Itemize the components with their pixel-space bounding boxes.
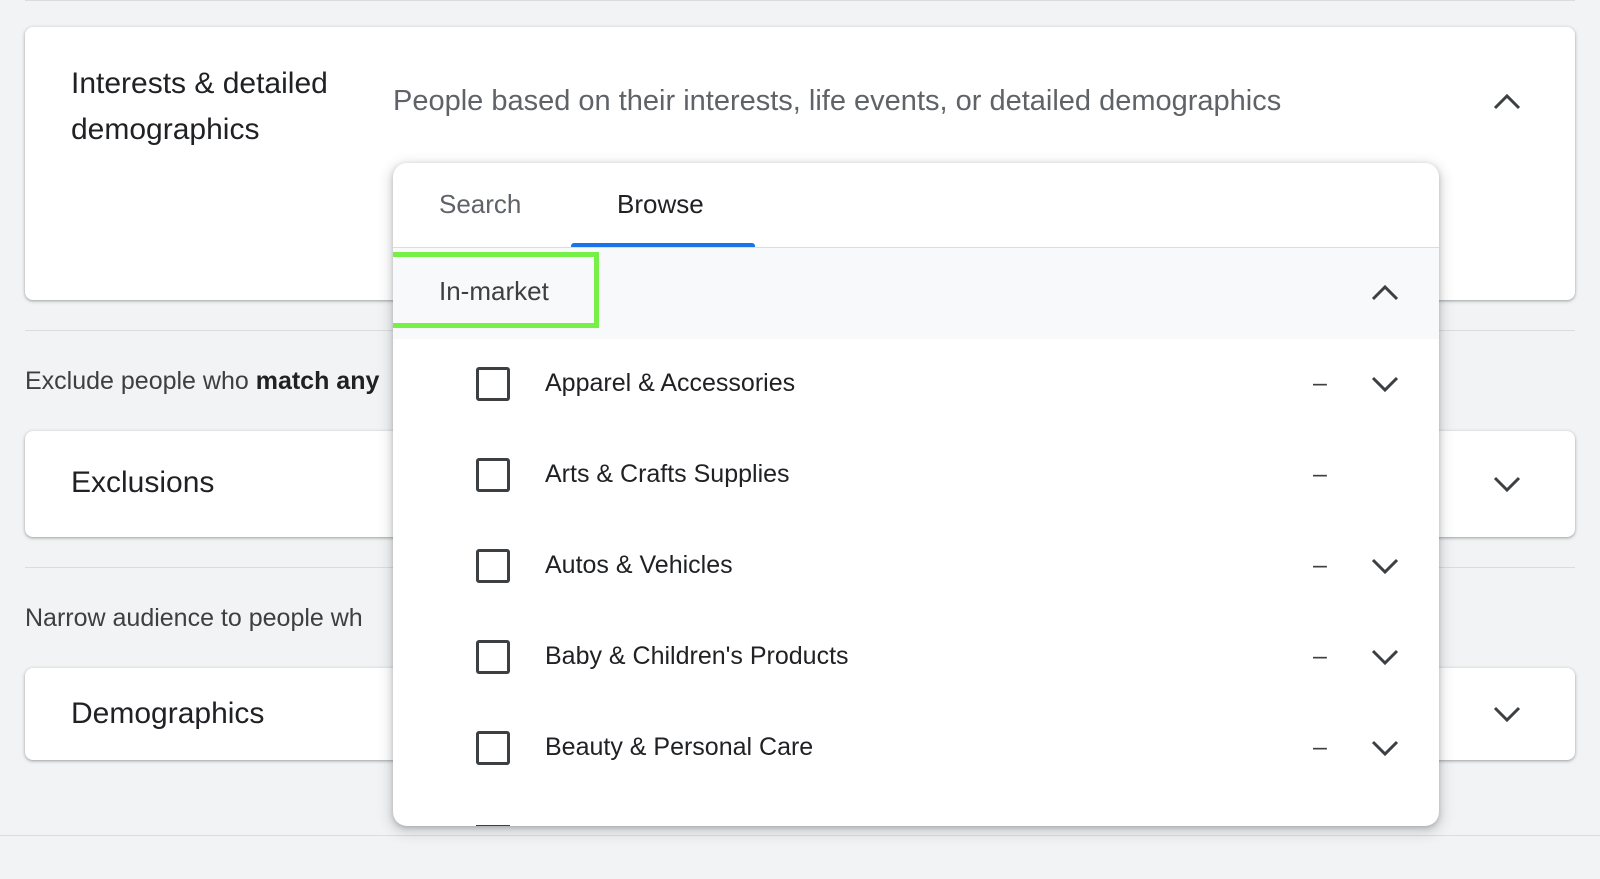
chevron-down-icon[interactable]	[1367, 730, 1403, 766]
chevron-down-icon[interactable]	[1489, 466, 1525, 502]
interests-description: People based on their interests, life ev…	[393, 85, 1282, 117]
section-label: In-market	[439, 276, 549, 306]
list-item[interactable]: Apparel & Accessories –	[393, 339, 1439, 430]
checkbox-baby-children[interactable]	[476, 640, 510, 674]
selected-tab-indicator	[571, 243, 755, 247]
item-label: Arts & Crafts Supplies	[545, 460, 790, 488]
chevron-down-icon[interactable]	[1367, 366, 1403, 402]
checkbox-apparel[interactable]	[476, 367, 510, 401]
narrow-description: Narrow audience to people wh	[25, 604, 363, 632]
checkbox-partial	[476, 825, 510, 826]
dash-indicator: –	[1313, 369, 1327, 397]
exclusions-title: Exclusions	[71, 466, 215, 499]
checkbox-beauty[interactable]	[476, 731, 510, 765]
item-label: Autos & Vehicles	[545, 551, 733, 579]
dash-indicator: –	[1313, 460, 1327, 488]
chevron-down-icon[interactable]	[1489, 696, 1525, 732]
dash-indicator: –	[1313, 551, 1327, 579]
bottom-divider	[0, 835, 1600, 836]
chevron-down-icon[interactable]	[1367, 548, 1403, 584]
tab-bar: Search Browse	[393, 163, 1439, 248]
browse-popover: Search Browse In-market Apparel & Access…	[393, 163, 1439, 826]
tab-browse[interactable]: Browse	[617, 189, 704, 220]
list-item[interactable]: Arts & Crafts Supplies –	[393, 430, 1439, 521]
item-label: Apparel & Accessories	[545, 369, 796, 397]
item-label: Beauty & Personal Care	[545, 733, 814, 761]
chevron-up-icon[interactable]	[1367, 275, 1403, 311]
section-in-market[interactable]: In-market	[393, 248, 1439, 339]
chevron-down-icon[interactable]	[1367, 639, 1403, 675]
checkbox-arts-crafts[interactable]	[476, 458, 510, 492]
top-divider	[25, 0, 1575, 1]
chevron-up-icon[interactable]	[1489, 84, 1525, 120]
list-item[interactable]: Baby & Children's Products –	[393, 612, 1439, 703]
interests-title: Interests & detailed demographics	[71, 67, 328, 146]
demographics-title: Demographics	[71, 697, 265, 730]
item-label: Baby & Children's Products	[545, 642, 849, 670]
list-item[interactable]: Autos & Vehicles –	[393, 521, 1439, 612]
tab-search[interactable]: Search	[439, 189, 521, 220]
checkbox-autos[interactable]	[476, 549, 510, 583]
dash-indicator: –	[1313, 642, 1327, 670]
exclude-description: Exclude people who match any	[25, 367, 380, 395]
list-item[interactable]: Beauty & Personal Care –	[393, 703, 1439, 794]
dash-indicator: –	[1313, 733, 1327, 761]
